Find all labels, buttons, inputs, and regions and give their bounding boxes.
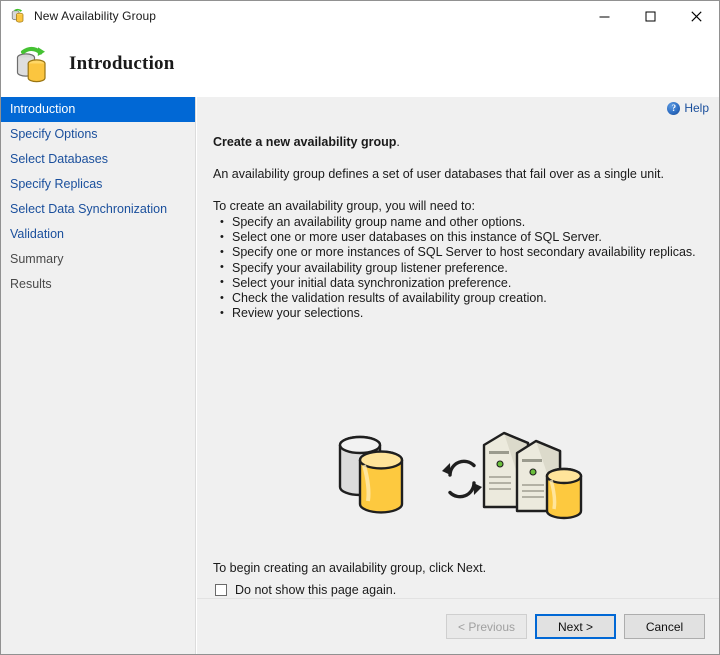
page-title: Introduction	[69, 53, 175, 74]
database-sync-icon	[11, 42, 55, 86]
sidebar-item-results: Results	[10, 277, 52, 291]
databases-sync-servers-illustration	[328, 421, 588, 533]
list-item: Specify your availability group listener…	[219, 260, 696, 276]
minimize-button[interactable]	[581, 1, 627, 31]
do-not-show-again-row[interactable]: Do not show this page again.	[215, 583, 396, 597]
help-link[interactable]: ? Help	[667, 99, 709, 117]
page-header: Introduction	[1, 31, 719, 97]
window-controls	[581, 1, 719, 31]
title-bar: New Availability Group	[1, 1, 719, 31]
content-area: ? Help Create a new availability group. …	[197, 97, 719, 654]
requirements-list: Specify an availability group name and o…	[219, 214, 696, 321]
list-item: Specify an availability group name and o…	[219, 214, 696, 230]
availability-group-icon	[10, 8, 26, 24]
sidebar-item-summary: Summary	[10, 252, 64, 266]
wizard-step-list: Introduction Specify Options Select Data…	[1, 97, 196, 654]
next-button[interactable]: Next >	[535, 614, 616, 639]
lead-statement: Create a new availability group.	[213, 135, 400, 150]
list-item: Review your selections.	[219, 306, 696, 321]
list-item: Select one or more user databases on thi…	[219, 230, 696, 245]
cancel-button[interactable]: Cancel	[624, 614, 705, 639]
previous-button: < Previous	[446, 614, 527, 639]
introduction-panel: Create a new availability group. An avai…	[197, 119, 719, 599]
lead-period: .	[396, 135, 400, 149]
sidebar-item-introduction[interactable]: Introduction	[1, 97, 195, 122]
lead-bold-text: Create a new availability group	[213, 135, 397, 149]
list-item: Select your initial data synchronization…	[219, 275, 696, 291]
list-item: Check the validation results of availabi…	[219, 291, 696, 306]
new-availability-group-dialog: New Availability Group Introduction Intr…	[0, 0, 720, 655]
definition-text: An availability group defines a set of u…	[213, 167, 664, 181]
help-label: Help	[684, 101, 709, 115]
close-button[interactable]	[673, 1, 719, 31]
sidebar-item-validation[interactable]: Validation	[1, 222, 195, 247]
sidebar-item-select-data-synchronization[interactable]: Select Data Synchronization	[1, 197, 195, 222]
do-not-show-again-checkbox[interactable]	[215, 584, 227, 596]
window-title: New Availability Group	[34, 9, 157, 23]
sidebar-item-specify-replicas[interactable]: Specify Replicas	[1, 172, 195, 197]
requirements-heading: To create an availability group, you wil…	[213, 199, 475, 213]
sidebar-item-select-databases[interactable]: Select Databases	[1, 147, 195, 172]
begin-instruction: To begin creating an availability group,…	[213, 561, 487, 575]
maximize-button[interactable]	[627, 1, 673, 31]
help-question-icon: ?	[667, 101, 681, 115]
sidebar-item-specify-options[interactable]: Specify Options	[1, 122, 195, 147]
list-item: Specify one or more instances of SQL Ser…	[219, 245, 696, 260]
do-not-show-again-label: Do not show this page again.	[235, 583, 397, 597]
dialog-footer: < Previous Next > Cancel	[197, 599, 719, 654]
